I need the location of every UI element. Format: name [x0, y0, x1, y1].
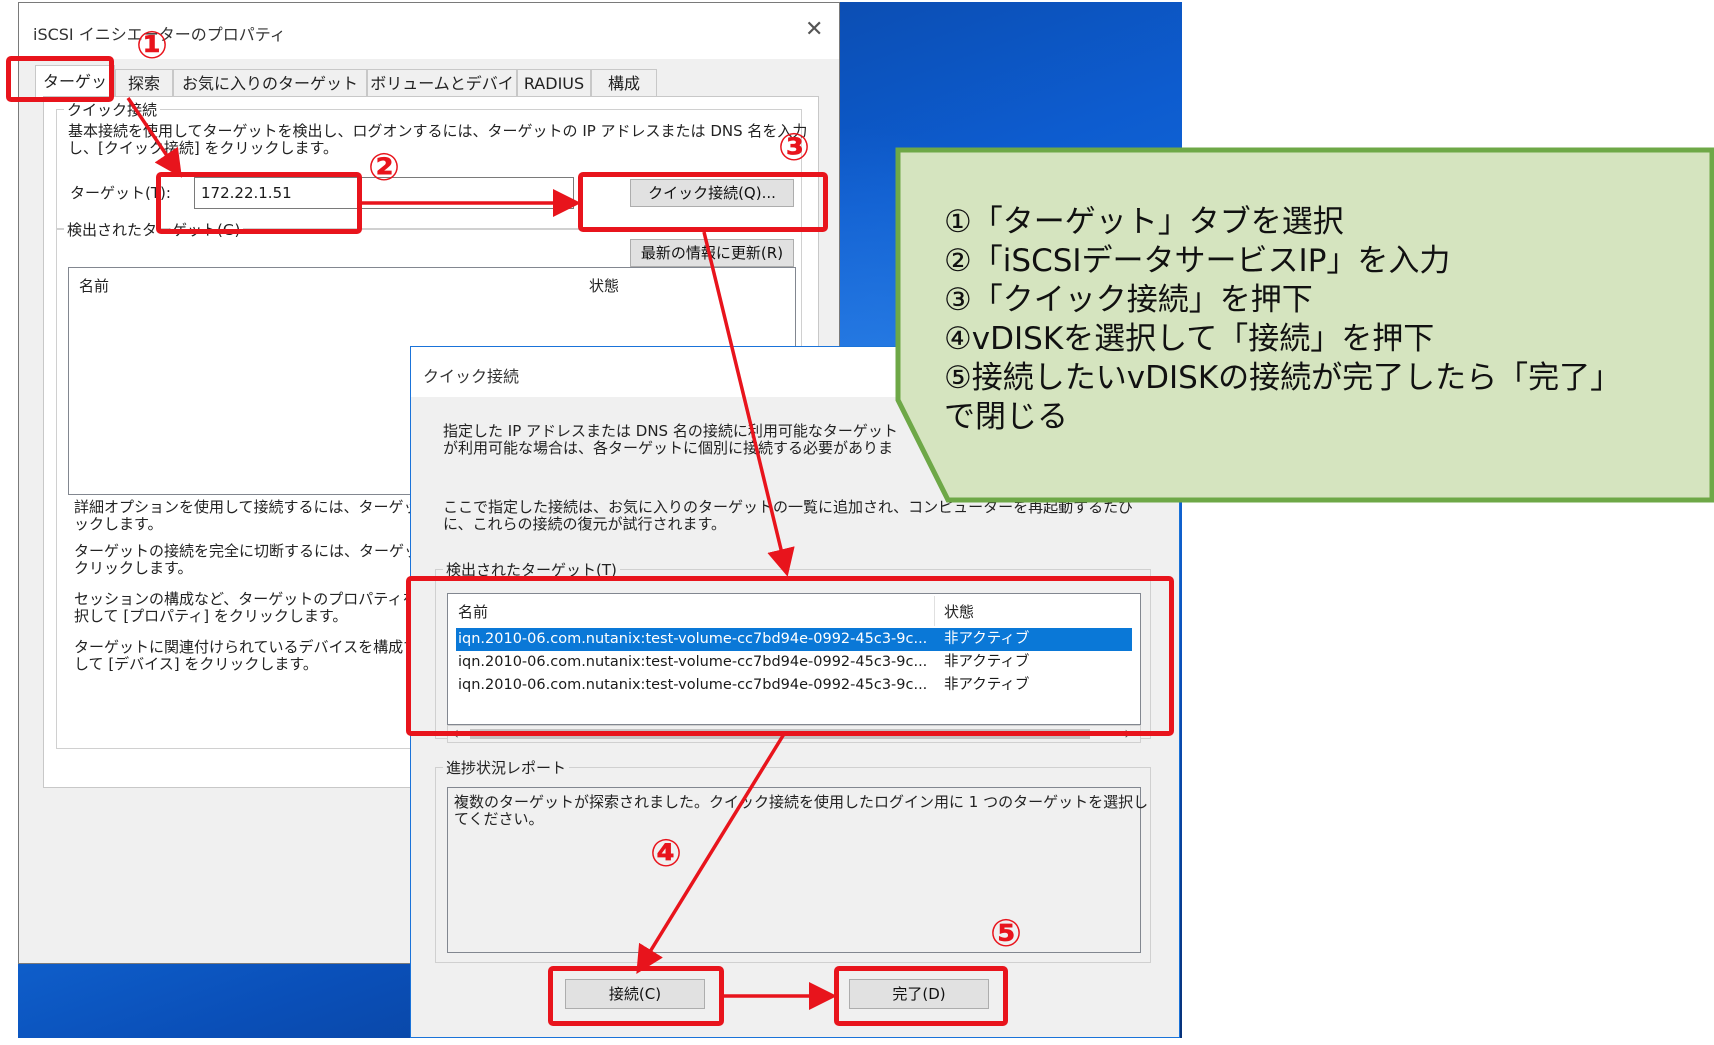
step-marker-2: ② — [368, 145, 401, 189]
highlight-target-input — [156, 172, 362, 234]
step-marker-3: ③ — [778, 125, 811, 169]
highlight-target-tab — [6, 56, 114, 102]
step-marker-1: ① — [136, 23, 169, 67]
highlight-target-list — [406, 576, 1174, 736]
step-marker-4: ④ — [650, 831, 683, 875]
highlight-done-button — [834, 966, 1008, 1026]
annotation-arrows — [126, 97, 837, 1010]
highlight-quick-connect-button — [578, 172, 828, 232]
step-marker-5: ⑤ — [990, 911, 1023, 955]
highlight-connect-button — [548, 966, 724, 1026]
